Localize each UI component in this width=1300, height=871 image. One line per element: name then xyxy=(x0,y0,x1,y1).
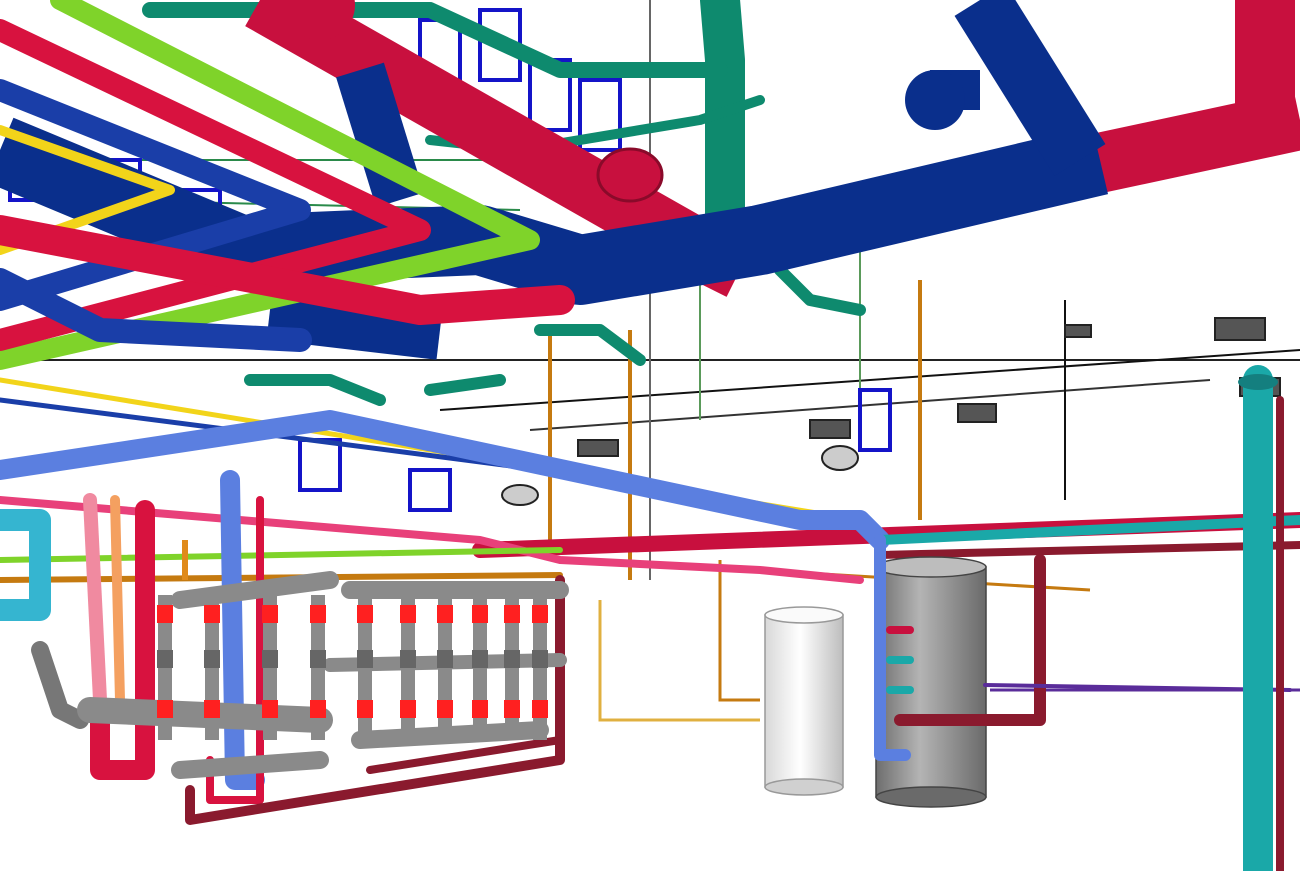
valve xyxy=(504,605,520,623)
valve xyxy=(157,700,173,718)
valve xyxy=(472,650,488,668)
valve xyxy=(472,700,488,718)
pink-pipe xyxy=(83,493,107,707)
valve xyxy=(357,700,373,718)
valve xyxy=(437,650,453,668)
valve xyxy=(437,605,453,623)
valve xyxy=(310,700,326,718)
valve xyxy=(532,700,548,718)
valve xyxy=(400,650,416,668)
valve xyxy=(204,650,220,668)
mep-model-render xyxy=(0,0,1300,871)
valve xyxy=(262,605,278,623)
valve xyxy=(357,650,373,668)
valve xyxy=(504,650,520,668)
valve xyxy=(157,650,173,668)
boiler-tank xyxy=(875,556,987,808)
valve xyxy=(204,605,220,623)
valve xyxy=(262,650,278,668)
valve xyxy=(310,605,326,623)
valve xyxy=(400,700,416,718)
mep-3d-model-scene xyxy=(0,0,1300,871)
valve xyxy=(400,605,416,623)
valve xyxy=(357,605,373,623)
valve xyxy=(310,650,326,668)
valve xyxy=(472,605,488,623)
valve xyxy=(437,700,453,718)
valve xyxy=(532,650,548,668)
valve xyxy=(532,605,548,623)
valve xyxy=(204,700,220,718)
valve xyxy=(157,605,173,623)
storage-tank xyxy=(764,606,844,796)
riser-duct xyxy=(1238,365,1284,871)
valve xyxy=(262,700,278,718)
background-thin-lines xyxy=(0,0,1300,722)
valve xyxy=(504,700,520,718)
